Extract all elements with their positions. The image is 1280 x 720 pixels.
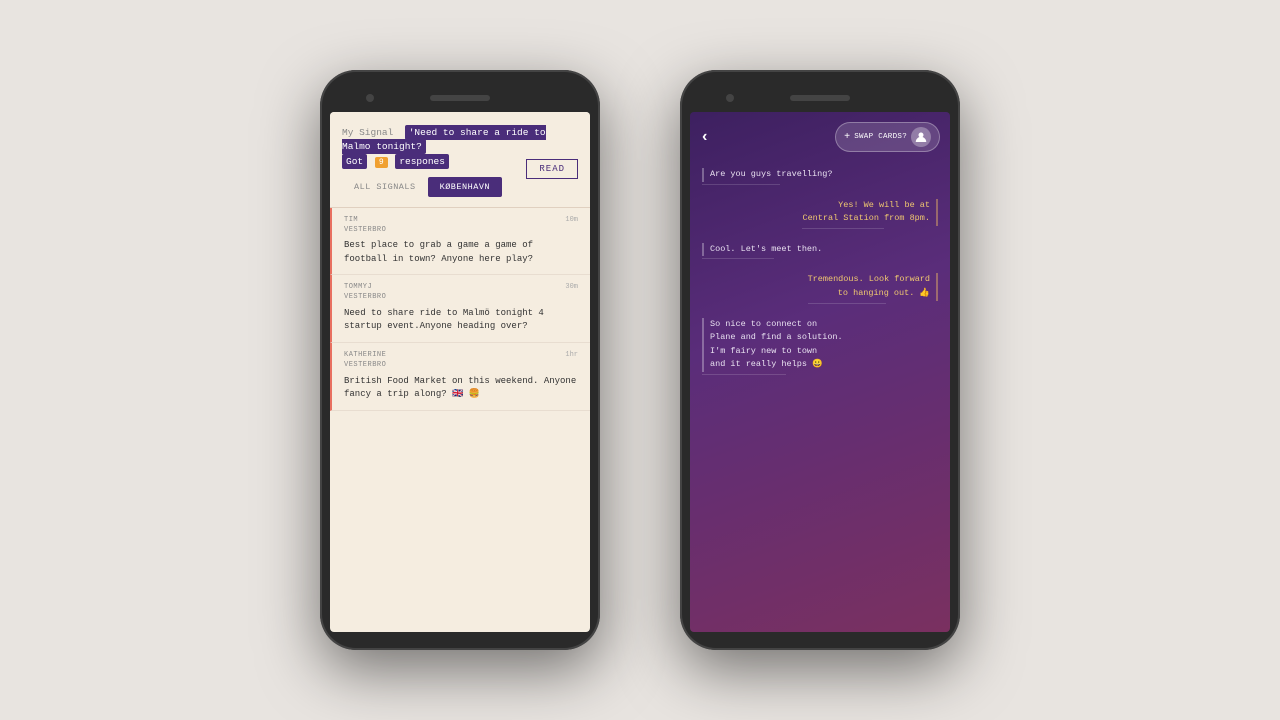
signal-meta-3: KATHERINE VESTERBRO 1hr xyxy=(344,351,578,371)
message-text-5: So nice to connect onPlane and find a so… xyxy=(702,318,843,372)
signal-name-2: TOMMYJ xyxy=(344,283,372,291)
screen-right-content: ‹ + SWAP CARDS? Are you guys travelling? xyxy=(690,112,950,632)
signal-item-2[interactable]: TOMMYJ VESTERBRO 30m Need to share ride … xyxy=(330,275,590,343)
tabs-row: ALL SIGNALS KØBENHAVN xyxy=(342,177,526,197)
tab-kobenhavn[interactable]: KØBENHAVN xyxy=(428,177,502,197)
avatar-icon xyxy=(911,127,931,147)
message-text-1: Are you guys travelling? xyxy=(702,168,832,182)
my-signal-label: My Signal xyxy=(342,127,393,138)
left-phone: My Signal 'Need to share a ride to Malmo… xyxy=(320,70,600,650)
signal-location-1: VESTERBRO xyxy=(344,226,386,234)
divider-2 xyxy=(802,228,883,229)
signal-text-1: Best place to grab a game a game of foot… xyxy=(344,239,578,266)
signal-text-2: Need to share ride to Malmö tonight 4 st… xyxy=(344,307,578,334)
camera-left xyxy=(366,94,374,102)
signal-location-2: VESTERBRO xyxy=(344,293,386,301)
message-4: Tremendous. Look forwardto hanging out. … xyxy=(808,273,938,305)
left-screen: My Signal 'Need to share a ride to Malmo… xyxy=(330,112,590,632)
response-badge: 9 xyxy=(375,157,388,168)
message-2: Yes! We will be atCentral Station from 8… xyxy=(802,199,938,231)
swap-label: SWAP CARDS? xyxy=(854,133,907,141)
message-5: So nice to connect onPlane and find a so… xyxy=(702,318,843,377)
signal-header: My Signal 'Need to share a ride to Malmo… xyxy=(330,112,590,208)
signal-name-3: KATHERINE xyxy=(344,351,386,359)
signal-user-2: TOMMYJ VESTERBRO xyxy=(344,283,386,303)
message-3: Cool. Let's meet then. xyxy=(702,243,822,262)
message-text-3: Cool. Let's meet then. xyxy=(702,243,822,257)
signal-meta-2: TOMMYJ VESTERBRO 30m xyxy=(344,283,578,303)
divider-5 xyxy=(702,374,786,375)
divider-4 xyxy=(808,303,886,304)
got-label: Got xyxy=(342,154,367,169)
message-text-4: Tremendous. Look forwardto hanging out. … xyxy=(808,273,938,300)
chat-messages: Are you guys travelling? Yes! We will be… xyxy=(690,160,950,632)
right-screen: ‹ + SWAP CARDS? Are you guys travelling? xyxy=(690,112,950,632)
message-1: Are you guys travelling? xyxy=(702,168,832,187)
speaker-right xyxy=(790,95,850,101)
swap-cards-button[interactable]: + SWAP CARDS? xyxy=(835,122,940,152)
signal-text-3: British Food Market on this weekend. Any… xyxy=(344,375,578,402)
speaker-left xyxy=(430,95,490,101)
signal-user-1: TIM VESTERBRO xyxy=(344,216,386,236)
signal-name-1: TIM xyxy=(344,216,358,224)
screen-left-content: My Signal 'Need to share a ride to Malmo… xyxy=(330,112,590,632)
signal-time-3: 1hr xyxy=(565,351,578,371)
camera-right xyxy=(726,94,734,102)
read-button[interactable]: READ xyxy=(526,159,578,179)
tab-all-signals[interactable]: ALL SIGNALS xyxy=(342,177,428,197)
message-text-2: Yes! We will be atCentral Station from 8… xyxy=(802,199,938,226)
divider-3 xyxy=(702,258,774,259)
signal-time-1: 10m xyxy=(565,216,578,236)
divider-1 xyxy=(702,184,780,185)
signal-item-1[interactable]: TIM VESTERBRO 10m Best place to grab a g… xyxy=(330,208,590,276)
signal-time-2: 30m xyxy=(565,283,578,303)
right-phone: ‹ + SWAP CARDS? Are you guys travelling? xyxy=(680,70,960,650)
signal-item-3[interactable]: KATHERINE VESTERBRO 1hr British Food Mar… xyxy=(330,343,590,411)
signal-meta-1: TIM VESTERBRO 10m xyxy=(344,216,578,236)
signal-location-3: VESTERBRO xyxy=(344,361,386,369)
plus-icon: + xyxy=(844,132,850,143)
phone-top-bar-right xyxy=(690,88,950,108)
signal-title-area: My Signal 'Need to share a ride to Malmo… xyxy=(342,126,578,169)
phone-top-bar-left xyxy=(330,88,590,108)
signals-list: TIM VESTERBRO 10m Best place to grab a g… xyxy=(330,208,590,632)
signal-user-3: KATHERINE VESTERBRO xyxy=(344,351,386,371)
chat-header: ‹ + SWAP CARDS? xyxy=(690,112,950,160)
back-button[interactable]: ‹ xyxy=(700,128,710,146)
responses-label: respones xyxy=(395,154,449,169)
